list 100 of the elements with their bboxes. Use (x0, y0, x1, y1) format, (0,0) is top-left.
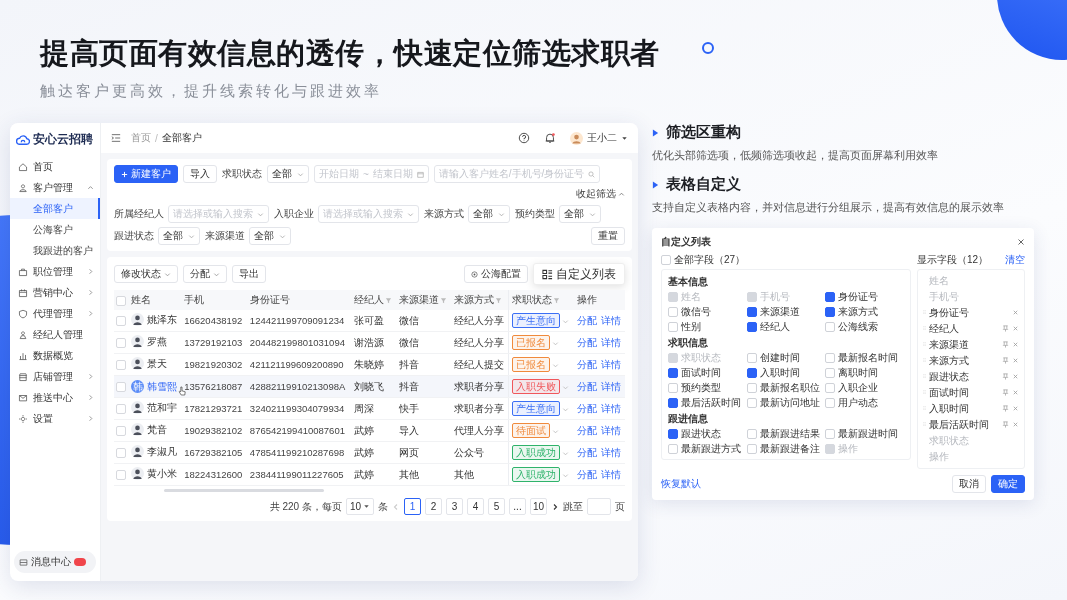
customer-name[interactable]: 姚泽东 (147, 312, 177, 327)
pin-icon[interactable] (1002, 389, 1009, 397)
sidebar-item[interactable]: 代理管理 (10, 303, 100, 324)
checkbox[interactable] (668, 397, 678, 408)
action-link[interactable]: 分配 (576, 445, 597, 460)
toolbar-button[interactable]: 导入 (183, 165, 217, 183)
checkbox[interactable] (746, 367, 757, 378)
remove-icon[interactable] (1012, 389, 1019, 397)
filter-icon[interactable] (384, 296, 392, 304)
sidebar-item[interactable]: 设置 (10, 408, 100, 429)
sidebar-item[interactable]: 首页 (10, 156, 100, 177)
message-center-button[interactable]: 消息中心 (14, 551, 96, 573)
checkbox[interactable] (746, 306, 757, 317)
menu-icon[interactable] (111, 133, 121, 143)
action-link[interactable]: 分配 (576, 467, 597, 482)
sidebar-subitem[interactable]: 我跟进的客户 (10, 240, 100, 261)
toolbar-button[interactable]: 导出 (232, 265, 266, 283)
toolbar-button[interactable]: 分配 (183, 265, 227, 283)
customer-name[interactable]: 李淑凡 (147, 444, 177, 459)
customer-name[interactable]: 梵音 (147, 422, 167, 437)
next-page-icon[interactable] (551, 502, 559, 511)
sidebar-item[interactable]: 数据概览 (10, 345, 100, 366)
row-checkbox[interactable] (116, 470, 126, 481)
remove-icon[interactable] (1012, 341, 1019, 349)
action-link[interactable]: 分配 (576, 423, 597, 438)
remove-icon[interactable] (1012, 421, 1019, 429)
checkbox[interactable] (825, 306, 836, 317)
sidebar-item[interactable]: 推送中心 (10, 387, 100, 408)
action-link[interactable]: 分配 (576, 401, 597, 416)
page-number[interactable]: 2 (425, 498, 442, 515)
cancel-button[interactable]: 取消 (952, 474, 986, 493)
checkbox[interactable] (668, 428, 678, 439)
action-link[interactable]: 详情 (600, 467, 621, 482)
row-checkbox[interactable] (116, 316, 126, 327)
action-link[interactable]: 详情 (600, 423, 621, 438)
scrollbar[interactable] (164, 489, 324, 492)
page-input[interactable] (587, 498, 611, 515)
shown-field[interactable]: 来源方式 (929, 353, 969, 368)
sidebar-item[interactable]: 职位管理 (10, 261, 100, 282)
remove-icon[interactable] (1012, 357, 1019, 365)
filter-icon[interactable] (439, 296, 447, 304)
action-link[interactable]: 分配 (576, 357, 597, 372)
sidebar-item[interactable]: 店铺管理 (10, 366, 100, 387)
select-field[interactable]: 全部 (267, 165, 309, 183)
action-link[interactable]: 详情 (600, 335, 621, 350)
pin-icon[interactable] (1002, 405, 1009, 413)
select-all-checkbox[interactable] (116, 295, 126, 306)
action-link[interactable]: 详情 (600, 401, 621, 416)
shown-field[interactable]: 来源渠道 (929, 337, 969, 352)
user-name[interactable]: 王小二 (587, 131, 617, 145)
pin-icon[interactable] (1002, 325, 1009, 333)
page-number[interactable]: 10 (530, 498, 547, 515)
sidebar-subitem[interactable]: 全部客户 (10, 198, 100, 219)
filter-icon[interactable] (494, 296, 502, 304)
select-field[interactable]: 全部 (158, 227, 200, 245)
pin-icon[interactable] (1002, 341, 1009, 349)
sidebar-subitem[interactable]: 公海客户 (10, 219, 100, 240)
sidebar-item[interactable]: 经纪人管理 (10, 324, 100, 345)
shown-field[interactable]: 入职时间 (929, 401, 969, 416)
action-link[interactable]: 分配 (576, 335, 597, 350)
user-avatar[interactable] (570, 131, 583, 145)
filter-icon[interactable] (553, 296, 561, 304)
bell-icon[interactable] (544, 132, 556, 144)
page-number[interactable]: ... (509, 498, 526, 515)
previous-page-icon[interactable] (392, 502, 400, 511)
restore-default-link[interactable]: 恢复默认 (661, 476, 701, 491)
page-number[interactable]: 5 (488, 498, 505, 515)
help-icon[interactable] (518, 132, 530, 144)
action-link[interactable]: 详情 (600, 357, 621, 372)
customer-name[interactable]: 罗燕 (147, 334, 167, 349)
row-checkbox[interactable] (116, 382, 126, 393)
select-field[interactable]: 全部 (249, 227, 291, 245)
checkbox[interactable] (746, 321, 757, 332)
action-link[interactable]: 分配 (576, 379, 597, 394)
shown-field[interactable]: 身份证号 (929, 305, 969, 320)
toolbar-button[interactable]: 新建客户 (114, 165, 178, 183)
remove-icon[interactable] (1012, 405, 1019, 413)
sidebar-item[interactable]: 客户管理 (10, 177, 100, 198)
sidebar-item[interactable]: 营销中心 (10, 282, 100, 303)
row-checkbox[interactable] (116, 338, 126, 349)
row-checkbox[interactable] (116, 426, 126, 437)
pin-icon[interactable] (1002, 421, 1009, 429)
reset-button[interactable]: 重置 (591, 227, 625, 245)
custom-columns-button[interactable]: 自定义列表 (533, 263, 625, 285)
toolbar-button[interactable]: 修改状态 (114, 265, 178, 283)
remove-icon[interactable] (1012, 309, 1019, 317)
customer-name[interactable]: 范和宇 (147, 400, 177, 415)
action-link[interactable]: 详情 (600, 445, 621, 460)
shown-field[interactable]: 面试时间 (929, 385, 969, 400)
page-number[interactable]: 4 (467, 498, 484, 515)
select-field[interactable]: 全部 (468, 205, 510, 223)
checkbox[interactable] (825, 291, 836, 302)
customer-name[interactable]: 韩雪熙 (147, 379, 177, 394)
row-checkbox[interactable] (116, 404, 126, 415)
remove-icon[interactable] (1012, 325, 1019, 333)
page-number[interactable]: 1 (404, 498, 421, 515)
confirm-button[interactable]: 确定 (991, 474, 1025, 493)
checkbox[interactable] (668, 367, 678, 378)
row-checkbox[interactable] (116, 448, 126, 459)
pin-icon[interactable] (1002, 373, 1009, 381)
